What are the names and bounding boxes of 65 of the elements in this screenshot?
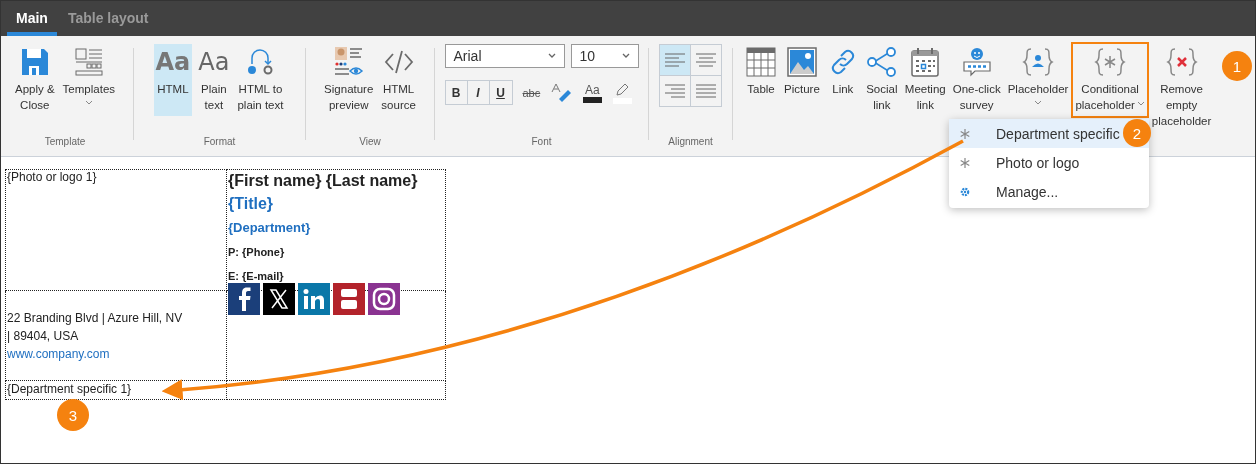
font-dropdown[interactable]: Arial [444, 44, 565, 68]
social-icon[interactable] [333, 283, 365, 315]
placeholder-text: {Photo or logo 1} [7, 170, 97, 184]
group-label: Font [531, 136, 552, 149]
ribbon-button[interactable]: Social link [863, 44, 900, 116]
ribbon-button[interactable]: Conditional placeholder [1073, 44, 1147, 116]
social-icon[interactable] [228, 283, 260, 315]
ribbon-button[interactable]: Table [743, 44, 779, 116]
table-icon [745, 46, 777, 78]
highlight-icon[interactable] [550, 81, 573, 104]
social-icon[interactable] [263, 283, 295, 315]
group-label: View [359, 136, 381, 149]
ribbon-button[interactable]: Placeholder [1005, 44, 1071, 116]
ribbon-tab[interactable]: Table layout [58, 1, 158, 36]
website-link[interactable]: www.company.com [7, 344, 225, 363]
pen-icon [614, 81, 631, 98]
align-lines-icon [665, 84, 685, 98]
strikethrough-button[interactable]: abc [522, 86, 541, 99]
ribbon-button[interactable]: Templates [60, 44, 118, 116]
ribbon-button[interactable]: Meeting link [902, 44, 948, 116]
font-color-button[interactable]: Aa [582, 82, 603, 103]
align-lines-icon [696, 53, 716, 67]
picture-icon [785, 46, 818, 78]
layout-icon [72, 46, 105, 78]
align-lines-icon [665, 53, 685, 67]
asterisk-icon [960, 128, 970, 139]
placeholder-text: P: {Phone} [228, 245, 286, 260]
ribbon-button[interactable]: Aa Plain text [196, 44, 232, 116]
person-braces-icon [1022, 46, 1054, 78]
gear-icon [960, 186, 970, 197]
placeholder-text: {Department} [228, 219, 312, 237]
menu-item[interactable]: Photo or logo [949, 148, 1149, 177]
placeholder-text: {Department specific 1} [7, 382, 132, 396]
ribbon-button[interactable]: Apply & Close [12, 44, 57, 116]
profile-preview-icon [332, 46, 365, 78]
group-label: Format [203, 136, 236, 149]
size-dropdown[interactable]: 10 [570, 44, 639, 68]
placeholder-text: {First name} {Last name} [228, 171, 419, 191]
ribbon-button[interactable]: Remove empty placeholder [1149, 44, 1214, 131]
step-badge: 3 [57, 399, 89, 431]
ribbon-button[interactable]: Link [824, 44, 861, 116]
placeholder-text: E: {E-mail} [228, 269, 285, 284]
cross-braces-icon [1165, 46, 1198, 78]
align-lines-icon [696, 84, 716, 98]
group-label: Template [44, 136, 86, 149]
chevron-icon [621, 53, 630, 59]
smiley-rating-icon [960, 46, 993, 78]
pen-color-button[interactable] [612, 81, 633, 104]
asterisk-icon [960, 157, 970, 168]
social-icon[interactable] [368, 283, 400, 315]
address-text: | 89404, USA [7, 327, 80, 345]
ribbon-button[interactable]: Aa HTML [153, 44, 193, 116]
chevron-icon [547, 53, 556, 59]
group-label: Alignment [668, 136, 713, 149]
ribbon-button[interactable]: One-click survey [950, 44, 1003, 116]
share-icon [865, 46, 898, 78]
placeholder-text: {Title} [228, 194, 275, 214]
ribbon-button[interactable]: HTML source [379, 44, 418, 116]
asterisk-braces-icon [1094, 46, 1127, 78]
menu-item[interactable]: Manage... [949, 177, 1149, 206]
address-text: 22 Branding Blvd | Azure Hill, NV [7, 309, 184, 327]
ribbon-button[interactable]: HTML to plain text [235, 44, 286, 116]
ribbon-button[interactable]: Signature preview [322, 44, 376, 116]
ribbon-button[interactable]: Picture [782, 44, 822, 116]
calendar-icon [909, 46, 942, 78]
